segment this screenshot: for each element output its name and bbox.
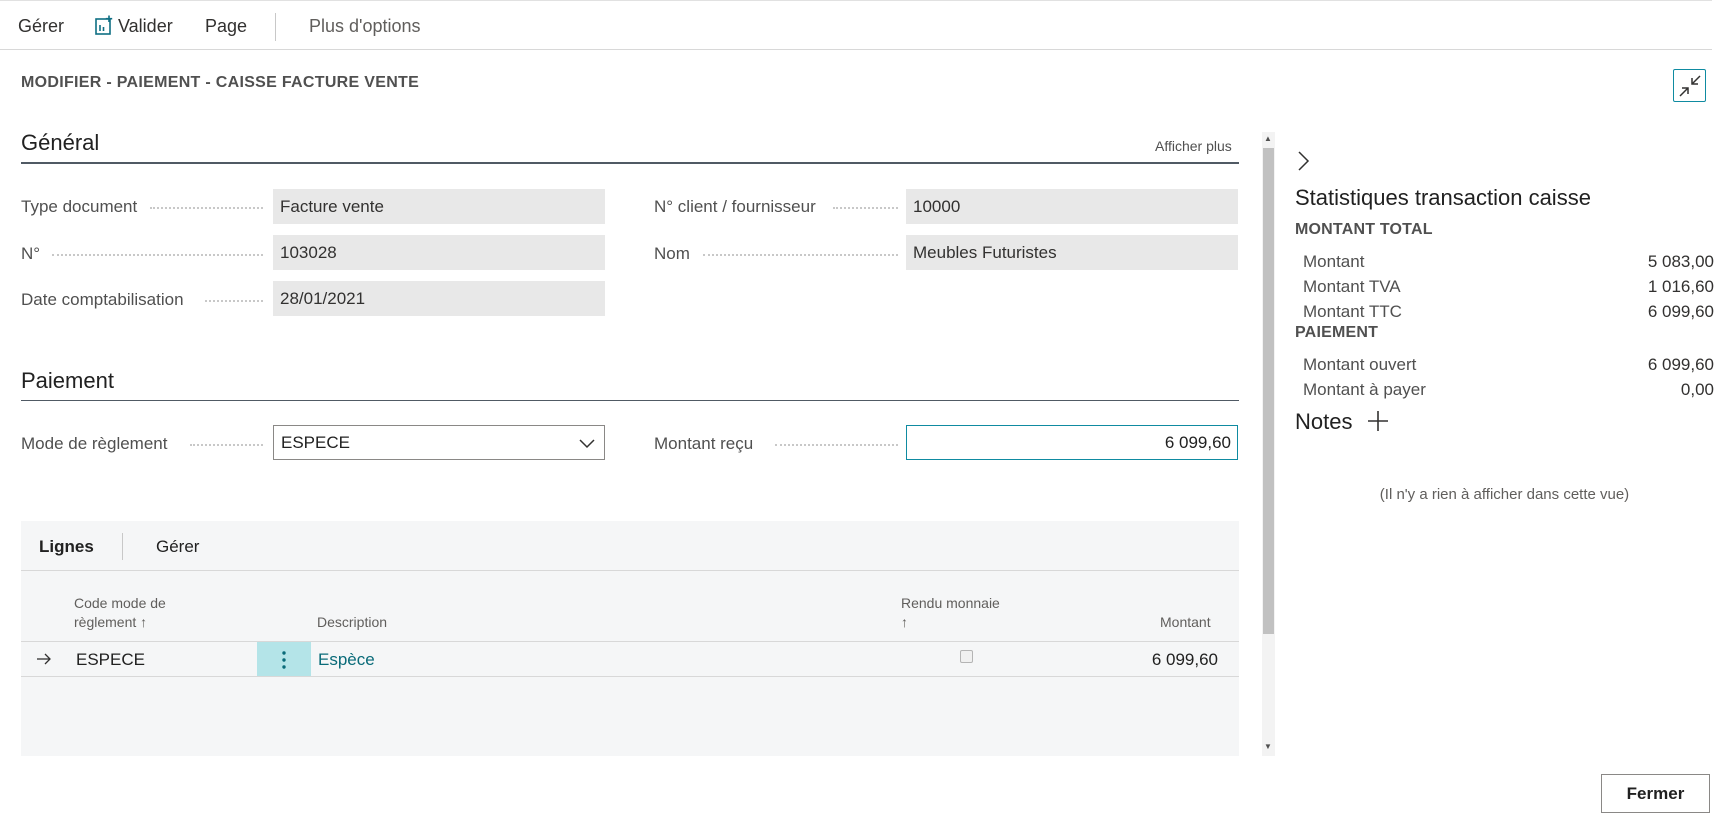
more-options-button[interactable]: Plus d'options bbox=[309, 16, 421, 37]
validate-icon[interactable] bbox=[95, 15, 113, 35]
posting-date-label: Date comptabilisation bbox=[21, 290, 184, 309]
name-field: Meubles Futuristes bbox=[906, 235, 1238, 270]
leader-dots bbox=[833, 207, 898, 209]
column-header-description[interactable]: Description bbox=[317, 613, 387, 632]
scrollbar-thumb[interactable] bbox=[1263, 148, 1274, 634]
leader-dots bbox=[205, 300, 263, 302]
factbox-vat-label: Montant TVA bbox=[1303, 277, 1401, 296]
notes-empty-text: (Il n'y a rien à afficher dans cette vue… bbox=[1379, 486, 1630, 503]
add-note-icon[interactable] bbox=[1367, 410, 1389, 432]
action-divider bbox=[275, 13, 276, 41]
payment-divider bbox=[21, 400, 1239, 401]
factbox-open-value[interactable]: 6 099,60 bbox=[1648, 355, 1714, 375]
factbox-title: Statistiques transaction caisse bbox=[1295, 185, 1591, 210]
leader-dots bbox=[52, 254, 263, 256]
general-section-title: Général bbox=[21, 130, 100, 155]
collapse-button[interactable] bbox=[1673, 69, 1706, 102]
action-bar: Gérer Valider Page Plus d'options bbox=[0, 0, 1712, 50]
lines-panel: Lignes Gérer Code mode de règlement ↑ De… bbox=[21, 521, 1239, 756]
chevron-down-icon[interactable] bbox=[578, 434, 596, 452]
row-description-link[interactable]: Espèce bbox=[318, 650, 375, 670]
factbox-incl-vat-value[interactable]: 6 099,60 bbox=[1648, 302, 1714, 322]
collapse-icon bbox=[1678, 74, 1701, 97]
column-header-code[interactable]: Code mode de règlement ↑ bbox=[74, 594, 166, 632]
show-more-link[interactable]: Afficher plus bbox=[1155, 138, 1232, 154]
posting-date-field: 28/01/2021 bbox=[273, 281, 605, 316]
leader-dots bbox=[150, 207, 263, 209]
leader-dots bbox=[703, 254, 898, 256]
column-header-change[interactable]: Rendu monnaie ↑ bbox=[901, 594, 1000, 632]
no-label: N° bbox=[21, 244, 41, 263]
manage-menu[interactable]: Gérer bbox=[18, 16, 64, 37]
row-code[interactable]: ESPECE bbox=[76, 650, 145, 670]
row-amount[interactable]: 6 099,60 bbox=[1152, 650, 1218, 670]
scroll-up-arrow[interactable]: ▲ bbox=[1264, 134, 1272, 143]
header-divider bbox=[21, 641, 1239, 642]
no-field: 103028 bbox=[273, 235, 605, 270]
row-actions-button[interactable] bbox=[257, 642, 311, 677]
amount-received-input[interactable]: 6 099,60 bbox=[906, 425, 1238, 460]
factbox-open-label: Montant ouvert bbox=[1303, 355, 1417, 374]
scroll-down-arrow[interactable]: ▼ bbox=[1264, 742, 1272, 751]
factbox-incl-vat-label: Montant TTC bbox=[1303, 302, 1402, 321]
leader-dots bbox=[190, 444, 263, 446]
page-title: MODIFIER - PAIEMENT - CAISSE FACTURE VEN… bbox=[21, 74, 420, 91]
payment-section-title: Paiement bbox=[21, 368, 114, 393]
lines-tabbar: Lignes Gérer bbox=[21, 521, 1239, 571]
factbox-to-pay-value[interactable]: 0,00 bbox=[1681, 380, 1714, 400]
close-button[interactable]: Fermer bbox=[1601, 774, 1710, 813]
column-header-amount[interactable]: Montant bbox=[1160, 613, 1211, 632]
factbox-total-group: MONTANT TOTAL bbox=[1295, 221, 1433, 238]
factbox-amount-label: Montant bbox=[1303, 252, 1365, 271]
tab-lines[interactable]: Lignes bbox=[39, 537, 94, 557]
column-header-code-line2: règlement ↑ bbox=[74, 614, 148, 630]
more-vertical-icon bbox=[282, 650, 286, 669]
column-header-code-line1: Code mode de bbox=[74, 595, 166, 611]
page-menu[interactable]: Page bbox=[205, 16, 247, 37]
customer-no-field: 10000 bbox=[906, 189, 1238, 224]
row-divider bbox=[21, 676, 1239, 677]
payment-method-select[interactable]: ESPECE bbox=[273, 425, 605, 460]
factbox-to-pay-label: Montant à payer bbox=[1303, 380, 1426, 399]
column-header-change-line2: ↑ bbox=[901, 614, 908, 630]
leader-dots bbox=[775, 444, 898, 446]
customer-no-label: N° client / fournisseur bbox=[654, 197, 816, 216]
doc-type-field: Facture vente bbox=[273, 189, 605, 224]
factbox-amount-value[interactable]: 5 083,00 bbox=[1648, 252, 1714, 272]
factbox-payment-group: PAIEMENT bbox=[1295, 324, 1379, 341]
general-divider bbox=[21, 162, 1239, 164]
payment-method-label: Mode de règlement bbox=[21, 434, 168, 453]
factbox-vat-value[interactable]: 1 016,60 bbox=[1648, 277, 1714, 297]
name-label: Nom bbox=[654, 244, 690, 263]
notes-title: Notes bbox=[1295, 409, 1353, 434]
tab-manage[interactable]: Gérer bbox=[156, 537, 199, 557]
payment-method-value: ESPECE bbox=[281, 433, 350, 452]
amount-received-label: Montant reçu bbox=[654, 434, 754, 453]
chevron-right-icon[interactable] bbox=[1296, 150, 1310, 172]
doc-type-label: Type document bbox=[21, 197, 138, 216]
tab-divider bbox=[122, 533, 123, 560]
row-change-checkbox[interactable] bbox=[960, 650, 973, 663]
validate-button[interactable]: Valider bbox=[118, 16, 173, 37]
column-header-change-line1: Rendu monnaie bbox=[901, 595, 1000, 611]
arrow-right-icon bbox=[37, 653, 51, 665]
